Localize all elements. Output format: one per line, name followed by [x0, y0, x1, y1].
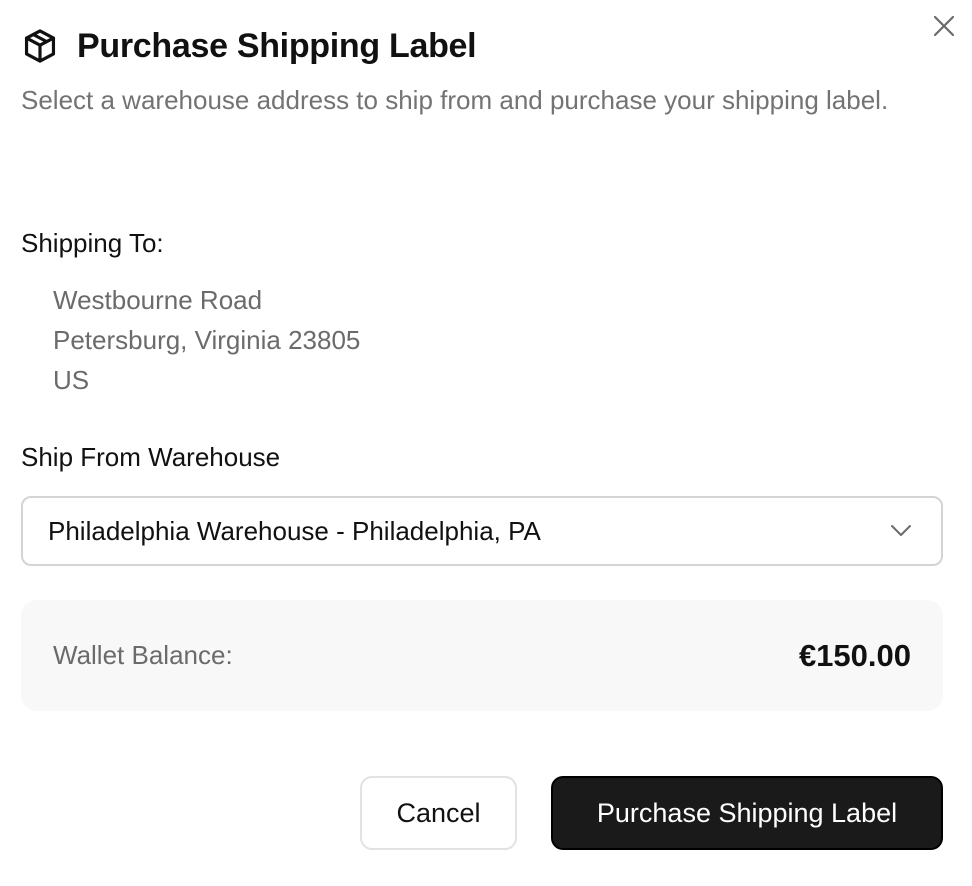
wallet-balance-amount: €150.00 — [798, 637, 911, 673]
dialog-header: Purchase Shipping Label — [21, 26, 477, 66]
chevron-down-icon[interactable] — [889, 519, 913, 543]
shipping-address: Westbourne Road Petersburg, Virginia 238… — [53, 280, 360, 400]
address-line-country: US — [53, 365, 90, 395]
purchase-shipping-label-dialog: Purchase Shipping Label Select a warehou… — [0, 0, 972, 886]
cancel-button[interactable]: Cancel — [360, 776, 517, 850]
close-button[interactable] — [928, 12, 960, 44]
address-line-city: Petersburg, Virginia 23805 — [53, 325, 361, 355]
warehouse-select[interactable]: Philadelphia Warehouse - Philadelphia, P… — [21, 496, 943, 566]
ship-from-warehouse-label: Ship From Warehouse — [21, 442, 281, 472]
wallet-balance-panel: Wallet Balance: €150.00 — [21, 600, 943, 711]
package-icon — [21, 27, 59, 65]
dialog-title: Purchase Shipping Label — [77, 27, 477, 65]
wallet-balance-label: Wallet Balance: — [53, 640, 233, 670]
dialog-subtitle: Select a warehouse address to ship from … — [21, 85, 889, 115]
purchase-shipping-label-button[interactable]: Purchase Shipping Label — [551, 776, 943, 850]
address-line-street: Westbourne Road — [53, 285, 263, 315]
warehouse-select-value[interactable]: Philadelphia Warehouse - Philadelphia, P… — [48, 516, 889, 547]
shipping-to-label: Shipping To: — [21, 228, 164, 258]
close-icon[interactable] — [932, 14, 956, 43]
